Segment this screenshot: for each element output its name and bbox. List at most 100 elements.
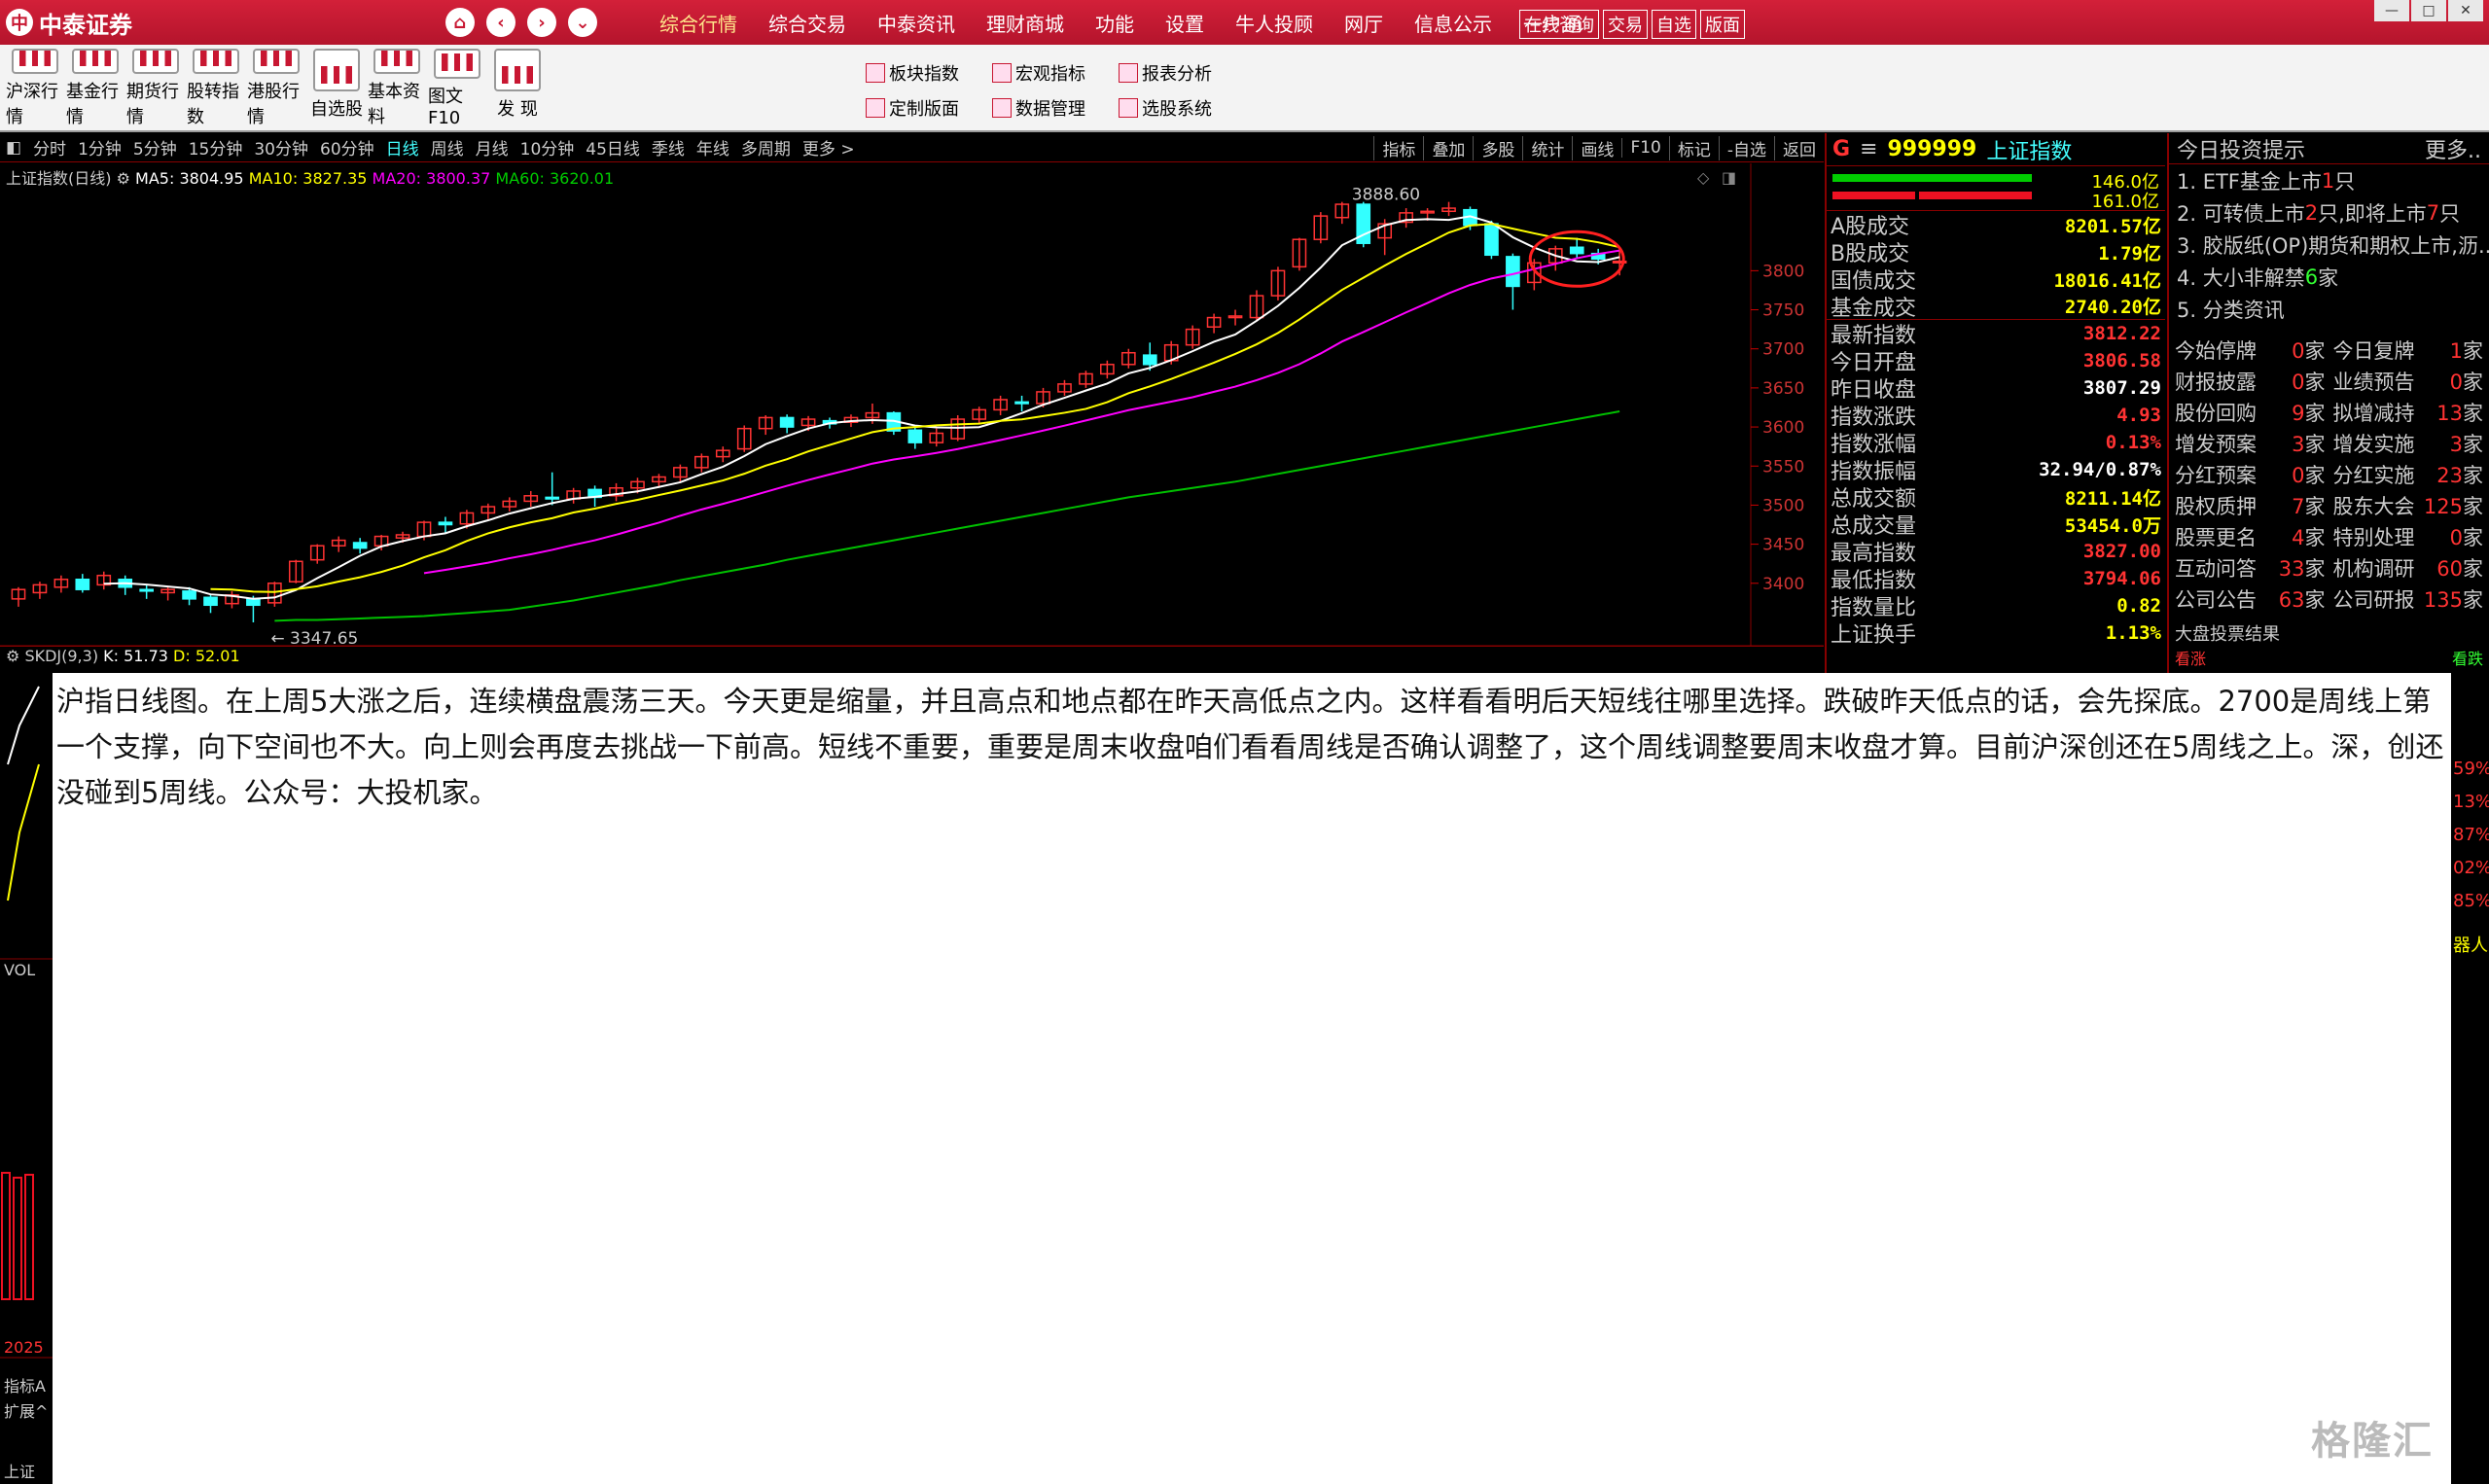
chart-tool-5[interactable]: F10 <box>1621 138 1668 158</box>
menu-item-5[interactable]: 设置 <box>1150 9 1220 37</box>
diamond-icon[interactable]: ◇ <box>1697 168 1710 187</box>
menu-item-7[interactable]: 网厅 <box>1329 9 1399 37</box>
period-tab-9[interactable]: 10分钟 <box>515 135 581 159</box>
tips-grid-cell[interactable]: 公司公告 63家 <box>2171 584 2329 614</box>
dropdown-icon[interactable]: ⌄ <box>568 8 597 37</box>
toolbar-link-3[interactable]: 定制版面 <box>866 95 959 121</box>
tip-text: 只 <box>2334 169 2356 194</box>
menu-item-0[interactable]: 综合行情 <box>644 9 753 37</box>
toolbar-button-8[interactable]: 发 现 <box>488 49 547 128</box>
kline-chart[interactable]: 3400 3450 3500 3550 3600 3650 3700 3750 3800 3888… <box>0 163 1824 649</box>
indicator-tab[interactable]: 指标A <box>4 1373 46 1396</box>
quick-button-1[interactable]: 交易 <box>1603 10 1648 39</box>
toolbar-button-0[interactable]: 沪深行情 <box>6 49 64 128</box>
period-tab-6[interactable]: 日线 <box>380 135 425 159</box>
tips-grid-cell[interactable]: 拟增减持 13家 <box>2329 398 2488 427</box>
menu-icon[interactable]: ≡ <box>1860 137 1877 161</box>
toolbar-link-1[interactable]: 宏观指标 <box>992 60 1085 86</box>
expand-tab[interactable]: 扩展^ <box>4 1398 48 1422</box>
chart-tool-0[interactable]: 指标 <box>1373 135 1423 160</box>
forward-icon[interactable]: › <box>527 8 556 37</box>
period-tab-13[interactable]: 多周期 <box>735 135 797 159</box>
tips-grid-cell[interactable]: 财报披露 0家 <box>2171 367 2329 396</box>
toolbar-link-4[interactable]: 数据管理 <box>992 95 1085 121</box>
period-tab-0[interactable]: 分时 <box>27 135 72 159</box>
tips-grid-cell[interactable]: 特别处理 0家 <box>2329 522 2488 551</box>
period-tab-1[interactable]: 1分钟 <box>72 135 127 159</box>
panel-toggle-icon[interactable]: ◧ <box>0 138 27 158</box>
chart-tool-7[interactable]: -自选 <box>1718 135 1774 160</box>
chart-tool-3[interactable]: 统计 <box>1522 135 1572 160</box>
quick-button-3[interactable]: 版面 <box>1700 10 1745 39</box>
menu-item-8[interactable]: 信息公示 <box>1399 9 1508 37</box>
toolbar-button-2[interactable]: 期货行情 <box>126 49 185 128</box>
maximize-icon[interactable]: □ <box>2411 0 2446 21</box>
tips-grid-cell[interactable]: 今日复牌 1家 <box>2329 336 2488 365</box>
tip-item[interactable]: 1. ETF基金上市 1 只 <box>2169 164 2489 196</box>
chart-tool-6[interactable]: 标记 <box>1668 135 1719 160</box>
sh-tab[interactable]: 上证 <box>4 1459 35 1482</box>
tips-grid-cell[interactable]: 机构调研 60家 <box>2329 553 2488 583</box>
tips-grid-cell[interactable]: 股东大会 125家 <box>2329 491 2488 520</box>
vote-up-label[interactable]: 看涨 <box>2175 646 2206 669</box>
menu-item-6[interactable]: 牛人投顾 <box>1220 9 1329 37</box>
quick-button-2[interactable]: 自选 <box>1652 10 1696 39</box>
settings-icon[interactable]: ⚙ <box>117 169 130 188</box>
toolbar-link-0[interactable]: 板块指数 <box>866 60 959 86</box>
period-tab-8[interactable]: 月线 <box>470 135 515 159</box>
tips-grid-cell[interactable]: 股权质押 7家 <box>2171 491 2329 520</box>
tips-grid-cell[interactable]: 增发实施 3家 <box>2329 429 2488 458</box>
period-tab-10[interactable]: 45日线 <box>580 135 646 159</box>
toolbar-button-1[interactable]: 基金行情 <box>66 49 124 128</box>
toolbar-link-5[interactable]: 选股系统 <box>1119 95 1212 121</box>
close-icon[interactable]: ✕ <box>2448 0 2483 21</box>
menu-item-3[interactable]: 理财商城 <box>971 9 1080 37</box>
tips-grid-cell[interactable]: 分红实施 23家 <box>2329 460 2488 489</box>
toolbar-link-2[interactable]: 报表分析 <box>1119 60 1212 86</box>
tip-item[interactable]: 2. 可转债上市 2 只,即将上市 7 只 <box>2169 196 2489 229</box>
toolbar-button-5[interactable]: 自选股 <box>307 49 366 128</box>
tips-grid-cell[interactable]: 互动问答 33家 <box>2171 553 2329 583</box>
tips-grid-cell[interactable]: 公司研报 135家 <box>2329 584 2488 614</box>
settings-icon[interactable]: ⚙ <box>6 647 19 665</box>
right-strip-pct-3: 87% <box>2453 825 2489 845</box>
menu-item-2[interactable]: 中泰资讯 <box>862 9 971 37</box>
chart-tool-2[interactable]: 多股 <box>1473 135 1522 160</box>
tips-grid-cell[interactable]: 股份回购 9家 <box>2171 398 2329 427</box>
minimize-icon[interactable]: — <box>2374 0 2409 21</box>
menu-item-1[interactable]: 综合交易 <box>753 9 862 37</box>
vote-down-label[interactable]: 看跌 <box>2452 646 2483 669</box>
tips-grid-count: 125 <box>2423 495 2463 518</box>
tip-item[interactable]: 4. 大小非解禁 6 家 <box>2169 261 2489 293</box>
toolbar-button-6[interactable]: 基本资料 <box>368 49 426 128</box>
period-tab-5[interactable]: 60分钟 <box>314 135 380 159</box>
period-tab-14[interactable]: 更多 > <box>797 135 861 159</box>
chart-tool-1[interactable]: 叠加 <box>1423 135 1473 160</box>
tip-item[interactable]: 3. 胶版纸(OP)期货和期权上市,沥.. <box>2169 229 2489 261</box>
quick-button-0[interactable]: 在线咨询 <box>1519 10 1599 39</box>
home-icon[interactable]: ⌂ <box>445 8 475 37</box>
square-icon[interactable]: ◨ <box>1722 168 1736 187</box>
toolbar-button-7[interactable]: 图文F10 <box>428 49 486 128</box>
tips-grid-cell[interactable]: 分红预案 0家 <box>2171 460 2329 489</box>
tips-grid-cell[interactable]: 今始停牌 0家 <box>2171 336 2329 365</box>
toolbar-button-4[interactable]: 港股行情 <box>247 49 305 128</box>
tips-more-link[interactable]: 更多.. <box>2425 133 2481 164</box>
period-tab-3[interactable]: 15分钟 <box>183 135 249 159</box>
tips-grid-cell[interactable]: 业绩预告 0家 <box>2329 367 2488 396</box>
tip-item[interactable]: 5. 分类资讯 <box>2169 293 2489 325</box>
period-tab-4[interactable]: 30分钟 <box>248 135 314 159</box>
period-tab-2[interactable]: 5分钟 <box>127 135 183 159</box>
period-tab-12[interactable]: 年线 <box>691 135 735 159</box>
candle-body <box>246 598 261 607</box>
period-tab-7[interactable]: 周线 <box>425 135 470 159</box>
tips-grid-cell[interactable]: 增发预案 3家 <box>2171 429 2329 458</box>
chart-tool-8[interactable]: 返回 <box>1774 135 1824 160</box>
menu-item-4[interactable]: 功能 <box>1080 9 1150 37</box>
back-icon[interactable]: ‹ <box>486 8 516 37</box>
period-tab-11[interactable]: 季线 <box>646 135 691 159</box>
chart-tool-4[interactable]: 画线 <box>1572 135 1621 160</box>
tips-grid-value: 0家 <box>2292 336 2325 365</box>
tips-grid-cell[interactable]: 股票更名 4家 <box>2171 522 2329 551</box>
toolbar-button-3[interactable]: 股转指数 <box>187 49 245 128</box>
